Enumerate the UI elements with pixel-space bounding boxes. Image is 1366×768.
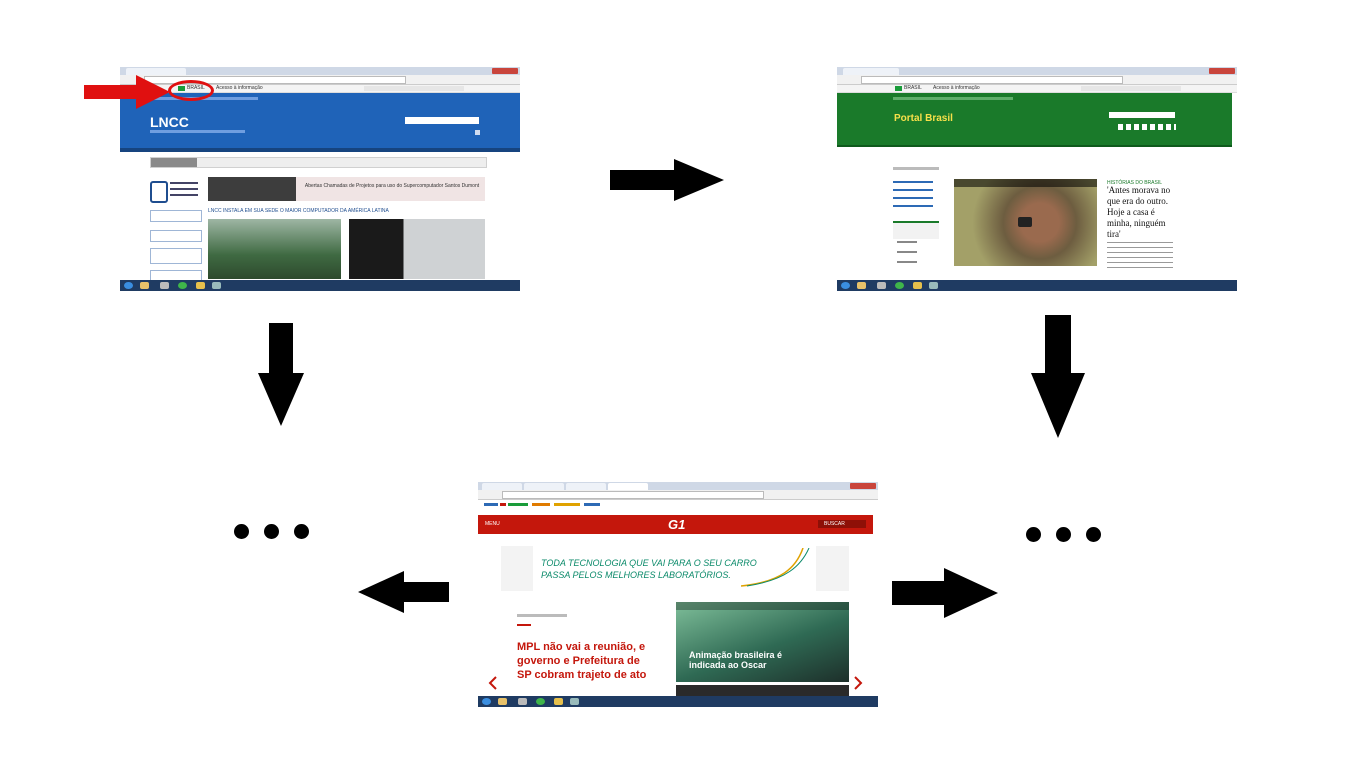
oscar-card[interactable]: Animação brasileira é indicada ao Oscar (676, 602, 849, 682)
down-arrow-icon (1031, 315, 1085, 438)
carousel-next-icon[interactable] (853, 676, 863, 690)
carousel-prev-icon[interactable] (488, 676, 498, 690)
portal-screenshot: BRASIL Acesso à informação Portal Brasil… (837, 67, 1237, 291)
right-arrow-icon (892, 568, 998, 618)
taskbar (120, 280, 520, 291)
search-input[interactable]: BUSCAR (818, 520, 866, 528)
lncc-screenshot: BRASIL Acesso à informação LNCC Abertas … (120, 67, 520, 291)
red-pointer-arrow-icon (84, 75, 170, 109)
globo-bar (478, 500, 878, 510)
browser-address-bar (478, 490, 878, 500)
photo-datacenter (349, 219, 485, 279)
portal-header: Portal Brasil (837, 93, 1232, 145)
photo-building (208, 219, 341, 279)
taskbar (837, 280, 1237, 291)
portal-sidebar (893, 167, 939, 277)
site-title: Portal Brasil (894, 113, 953, 124)
gov-label: BRASIL (904, 85, 922, 91)
g1-screenshot: MENU G1 BUSCAR TODA TECNOLOGIA QUE VAI P… (478, 482, 878, 707)
site-title: LNCC (150, 114, 189, 130)
breadcrumb (150, 157, 487, 168)
search-input[interactable] (1109, 112, 1175, 118)
right-arrow-icon (610, 159, 724, 201)
search-input[interactable] (405, 117, 479, 124)
gov-link[interactable]: Acesso à informação (216, 85, 263, 91)
browser-tabbar (837, 67, 1237, 75)
down-arrow-icon (258, 323, 304, 426)
g1-logo[interactable]: G1 (668, 517, 685, 532)
highlight-circle (168, 80, 214, 101)
browser-tabbar (478, 482, 878, 490)
headline: LNCC INSTALA EM SUA SEDE O MAIOR COMPUTA… (208, 208, 389, 214)
gov-bar: BRASIL Acesso à informação (837, 85, 1237, 93)
lncc-logo (150, 179, 200, 203)
video-thumbnail[interactable] (954, 179, 1097, 266)
ad-curve (741, 548, 810, 587)
card-title: Animação brasileira é indicada ao Oscar (689, 650, 783, 670)
ellipsis-icon (1026, 527, 1116, 547)
ad-line-2: PASSA PELOS MELHORES LABORATÓRIOS. (541, 570, 731, 580)
ad-line-1: TODA TECNOLOGIA QUE VAI PARA O SEU CARRO (541, 558, 757, 568)
banner-text: Abertas Chamadas de Projetos para uso do… (304, 183, 480, 189)
left-arrow-icon (358, 571, 449, 613)
play-icon[interactable] (1018, 217, 1032, 227)
lncc-sidebar (150, 210, 202, 284)
browser-address-bar (837, 75, 1237, 85)
g1-ad[interactable]: TODA TECNOLOGIA QUE VAI PARA O SEU CARRO… (501, 546, 849, 591)
menu-button[interactable]: MENU (485, 521, 500, 527)
g1-header: MENU G1 BUSCAR (478, 515, 873, 534)
g1-feed: MPL não vai a reunião, e governo e Prefe… (501, 602, 849, 696)
ellipsis-icon (234, 524, 324, 544)
search-label: BUSCAR (824, 521, 845, 527)
browser-tabbar (120, 67, 520, 75)
gov-link[interactable]: Acesso à informação (933, 85, 980, 91)
main-headline[interactable]: MPL não vai a reunião, e governo e Prefe… (517, 640, 653, 682)
taskbar (478, 696, 878, 707)
story-title: 'Antes morava no que era do outro. Hoje … (1107, 185, 1171, 239)
lncc-header: LNCC (120, 93, 520, 148)
lncc-banner: Abertas Chamadas de Projetos para uso do… (208, 177, 485, 201)
